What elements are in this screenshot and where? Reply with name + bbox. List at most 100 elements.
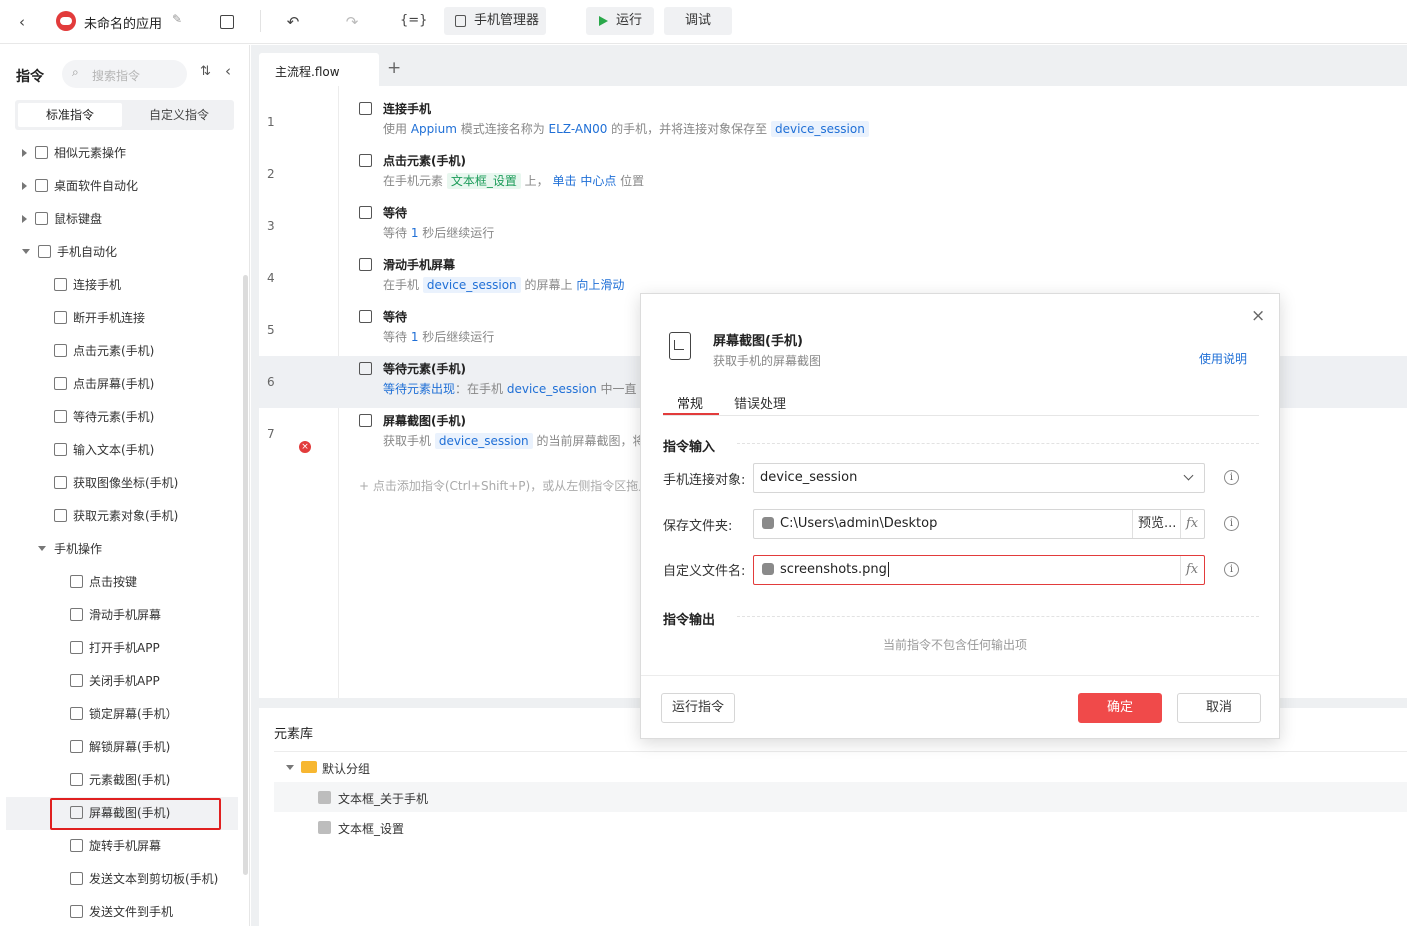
confirm-button[interactable]: 确定 — [1078, 693, 1162, 723]
chevron-right-icon[interactable] — [22, 181, 27, 190]
flow-step[interactable]: 3 等待 等待 1 秒后继续运行 — [259, 200, 1407, 252]
sidebar-item[interactable]: 关闭手机APP — [0, 665, 240, 698]
sidebar-item[interactable]: 发送文本到剪切板(手机) — [0, 863, 240, 896]
chevron-down-icon[interactable] — [38, 546, 46, 551]
sidebar-item[interactable]: 点击屏幕(手机) — [0, 368, 240, 401]
sidebar-item-label: 手机自动化 — [57, 245, 118, 259]
sidebar-item[interactable]: 断开手机连接 — [0, 302, 240, 335]
sidebar-item[interactable]: 旋转手机屏幕 — [0, 830, 240, 863]
step-icon — [359, 414, 372, 427]
run-instruction-button[interactable]: 运行指令 — [661, 693, 735, 723]
add-instruction-hint[interactable]: + 点击添加指令(Ctrl+Shift+P)，或从左侧指令区拖入 — [359, 477, 650, 494]
tab-general[interactable]: 常规 — [677, 393, 703, 412]
instruction-icon — [35, 146, 48, 159]
search-icon: ⌕ — [72, 65, 79, 79]
tab-standard[interactable]: 标准指令 — [18, 103, 122, 127]
help-link[interactable]: 使用说明 — [1199, 350, 1247, 367]
debug-button[interactable]: 调试 — [664, 7, 732, 35]
flow-step[interactable]: 1 连接手机 使用 Appium 模式连接名称为 ELZ-AN00 的手机，并将连接… — [259, 96, 1407, 148]
tab-main-flow[interactable]: 主流程.flow — [259, 53, 379, 86]
step-description-part: 秒后继续运行 — [418, 226, 495, 240]
sidebar-item[interactable]: 输入文本(手机) — [0, 434, 240, 467]
sidebar-item[interactable]: 手机操作 — [0, 533, 240, 566]
step-description-part: 模式连接名称为 — [456, 122, 549, 136]
search-input[interactable]: 搜索指令 — [92, 67, 140, 84]
save-icon[interactable] — [217, 12, 237, 32]
fx-icon[interactable]: fx — [1186, 556, 1198, 584]
app-title[interactable]: 未命名的应用 — [84, 13, 162, 32]
cancel-button[interactable]: 取消 — [1177, 693, 1261, 723]
browse-button[interactable]: 预览... — [1138, 510, 1176, 538]
chevron-down-icon[interactable] — [22, 249, 30, 254]
sidebar-item[interactable]: 发送文件到手机 — [0, 896, 240, 929]
sidebar-item[interactable]: 打开手机APP — [0, 632, 240, 665]
step-description-part: 等待 — [383, 330, 411, 344]
element-library-panel: 元素库 默认分组 文本框_关于手机 文本框_设置 — [259, 708, 1407, 926]
sidebar-item[interactable]: 解锁屏幕(手机) — [0, 731, 240, 764]
phone-manager-button[interactable]: 手机管理器 — [444, 7, 546, 35]
step-description-part: 获取手机 — [383, 434, 435, 448]
edit-title-icon[interactable]: ✎ — [172, 12, 182, 26]
output-section-title: 指令输出 — [663, 613, 716, 628]
step-description-part: 向上滑动 — [576, 278, 625, 292]
add-tab-button[interactable]: + — [387, 58, 401, 78]
sidebar-item[interactable]: 鼠标键盘 — [0, 203, 240, 236]
instruction-icon — [54, 509, 67, 522]
sidebar-item[interactable]: 滑动手机屏幕 — [0, 599, 240, 632]
step-title: 等待 — [383, 310, 408, 324]
redo-icon[interactable]: ↷ — [342, 12, 362, 32]
flow-step[interactable]: 2 点击元素(手机) 在手机元素 文本框_设置 上， 单击 中心点 位置 — [259, 148, 1407, 200]
device-select[interactable]: device_session — [753, 463, 1205, 493]
info-icon[interactable]: i — [1224, 516, 1239, 531]
filename-input[interactable]: screenshots.png fx — [753, 555, 1205, 585]
back-icon[interactable]: ‹ — [12, 12, 32, 32]
library-item[interactable]: 文本框_设置 — [274, 812, 1407, 842]
variables-button[interactable]: {=} — [400, 13, 427, 28]
active-tab-indicator — [663, 413, 719, 415]
sidebar-item[interactable]: 等待元素(手机) — [0, 401, 240, 434]
sidebar-item-label: 滑动手机屏幕 — [89, 608, 162, 622]
sidebar-item[interactable]: 连接手机 — [0, 269, 240, 302]
run-button[interactable]: 运行 — [586, 7, 654, 35]
sidebar-item[interactable]: 获取元素对象(手机) — [0, 500, 240, 533]
sidebar-item[interactable]: 手机自动化 — [0, 236, 240, 269]
sidebar-item[interactable]: 桌面软件自动化 — [0, 170, 240, 203]
sidebar-item-label: 桌面软件自动化 — [54, 179, 139, 193]
instruction-search-box[interactable]: ⌕ 搜索指令 — [62, 60, 187, 88]
undo-icon[interactable]: ↶ — [283, 12, 303, 32]
sidebar-item[interactable]: 点击元素(手机) — [0, 335, 240, 368]
step-description-part: device_session — [422, 277, 521, 293]
info-icon[interactable]: i — [1224, 562, 1239, 577]
instruction-icon — [70, 674, 83, 687]
chevron-right-icon[interactable] — [22, 148, 27, 157]
sidebar-item[interactable]: 元素截图(手机) — [0, 764, 240, 797]
step-description-part: 在手机元素 — [383, 174, 447, 188]
instruction-icon — [70, 641, 83, 654]
collapse-sidebar-icon[interactable]: ‹ — [225, 62, 231, 80]
chevron-right-icon[interactable] — [22, 214, 27, 223]
instruction-icon — [54, 377, 67, 390]
sidebar-item-label: 关闭手机APP — [89, 674, 160, 688]
sort-icon[interactable]: ⇅ — [200, 64, 211, 79]
sidebar-item-label: 点击按键 — [89, 575, 138, 589]
sidebar-item[interactable]: 屏幕截图(手机) — [6, 797, 238, 830]
close-icon[interactable]: × — [1251, 306, 1265, 326]
step-title: 滑动手机屏幕 — [383, 258, 456, 272]
step-icon — [359, 362, 372, 375]
sidebar-item[interactable]: 点击按键 — [0, 566, 240, 599]
sidebar-item[interactable]: 锁定屏幕(手机） — [0, 698, 240, 731]
error-icon[interactable]: × — [299, 441, 311, 453]
dialog-subtitle: 获取手机的屏幕截图 — [713, 354, 822, 368]
sidebar-item[interactable]: 相似元素操作 — [0, 137, 240, 170]
phone-manager-icon — [455, 15, 466, 27]
sidebar-item[interactable]: 获取图像坐标(手机) — [0, 467, 240, 500]
tab-custom[interactable]: 自定义指令 — [127, 103, 231, 127]
folder-input[interactable]: C:\Users\admin\Desktop 预览... fx — [753, 509, 1205, 539]
sidebar-scrollbar[interactable] — [243, 275, 248, 875]
fx-icon[interactable]: fx — [1186, 510, 1198, 538]
tab-error-handling[interactable]: 错误处理 — [734, 393, 786, 412]
library-item[interactable]: 文本框_关于手机 — [274, 782, 1407, 812]
step-description: 在手机元素 文本框_设置 上， 单击 中心点 位置 — [383, 172, 644, 189]
info-icon[interactable]: i — [1224, 470, 1239, 485]
library-group-row[interactable]: 默认分组 — [274, 752, 1407, 782]
